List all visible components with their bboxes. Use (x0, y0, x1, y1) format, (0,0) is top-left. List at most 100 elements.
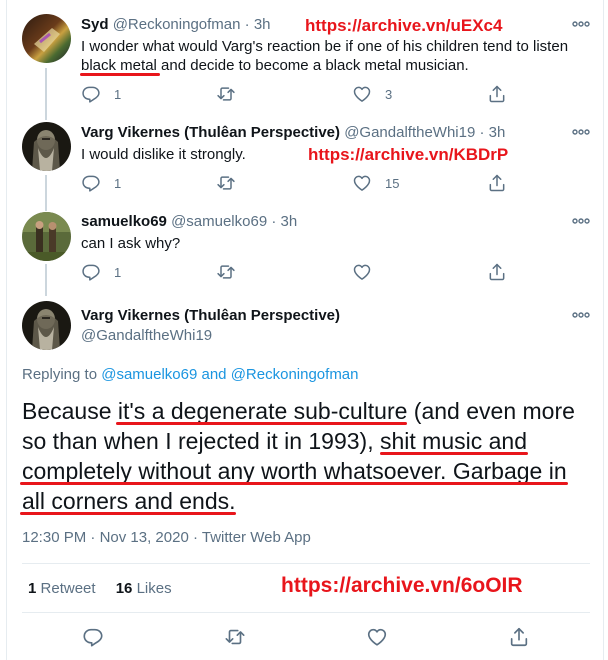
thread-line (45, 68, 47, 120)
avatar-syd[interactable] (22, 14, 71, 63)
main-text-part: Because (22, 398, 118, 424)
user-handle[interactable]: @GandalftheWhi19 (344, 124, 475, 141)
share-icon (489, 85, 505, 103)
replying-user-link[interactable]: @Reckoningofman (231, 366, 359, 383)
reply-button[interactable]: 1 (81, 173, 121, 193)
archive-url-annotation: https://archive.vn/6oOIR (281, 574, 523, 597)
tweet-text: I would dislike it strongly. (81, 146, 246, 163)
replying-and: and (197, 366, 231, 383)
heart-icon (353, 86, 371, 102)
separator-dot: · (192, 529, 198, 546)
retweet-button[interactable] (224, 626, 246, 653)
annotation-underline (380, 452, 528, 455)
main-tweet-text: Because it's a degenerate sub-culture (a… (22, 396, 582, 516)
thread-line (45, 175, 47, 211)
annotation-underline (20, 482, 568, 485)
main-text-highlight: it's a degenerate sub-culture (117, 398, 408, 424)
annotation-underline (20, 512, 236, 515)
tweet-text: can I ask why? (81, 235, 181, 252)
reply-count: 1 (114, 264, 122, 280)
divider (22, 612, 590, 613)
retweet-button[interactable] (216, 262, 236, 282)
avatar-varg-main[interactable] (22, 301, 71, 350)
like-button[interactable]: 3 (352, 84, 392, 104)
tweet-text-part: I wonder what would Varg's reaction be i… (81, 38, 569, 55)
likes-label: Likes (136, 580, 172, 597)
user-handle[interactable]: @samuelko69 (171, 213, 267, 230)
main-tweet-handle[interactable]: @GandalftheWhi19 (81, 327, 212, 344)
divider (22, 563, 590, 564)
annotation-underline (80, 73, 160, 76)
tweet-text-part: and decide to become a black metal music… (156, 57, 469, 74)
retweet-icon (217, 176, 235, 190)
more-options-icon[interactable] (572, 20, 590, 28)
heart-icon (353, 175, 371, 191)
tweet-date[interactable]: Nov 13, 2020 (100, 529, 189, 546)
heart-icon (367, 628, 387, 646)
reply-icon (82, 264, 100, 281)
archive-url-annotation: https://archive.vn/uEXc4 (305, 16, 503, 35)
engagement-stats: 1 Retweet 16 Likes (28, 580, 172, 597)
separator-dot: · (90, 529, 96, 546)
reply-button[interactable] (82, 626, 104, 653)
retweet-button[interactable] (216, 84, 236, 104)
reply-button[interactable]: 1 (81, 262, 121, 282)
display-name[interactable]: Syd (81, 16, 109, 33)
retweet-icon (217, 87, 235, 101)
like-button[interactable]: 15 (352, 173, 399, 193)
likes-stat[interactable]: 16 Likes (116, 580, 172, 597)
annotation-underline (116, 422, 407, 425)
like-button[interactable] (352, 262, 372, 282)
share-button[interactable] (487, 173, 507, 193)
more-options-icon[interactable] (572, 128, 590, 136)
heart-icon (353, 264, 371, 280)
tweet-text: I wonder what would Varg's reaction be i… (81, 37, 591, 75)
retweets-stat[interactable]: 1 Retweet (28, 580, 96, 597)
reply-icon (82, 86, 100, 103)
replying-prefix: Replying to (22, 366, 102, 383)
likes-count: 16 (115, 580, 133, 597)
retweet-icon (217, 265, 235, 279)
tweet-time[interactable]: 3h (489, 124, 506, 141)
like-count: 3 (385, 86, 393, 102)
main-tweet-name[interactable]: Varg Vikernes (Thulêan Perspective) (81, 307, 340, 324)
more-options-icon[interactable] (572, 217, 590, 225)
tweet-source[interactable]: Twitter Web App (202, 529, 311, 546)
share-button[interactable] (487, 262, 507, 282)
share-icon (510, 627, 528, 647)
like-button[interactable] (366, 626, 388, 653)
separator-dot: · (244, 16, 250, 33)
replying-to: Replying to @samuelko69 and @Reckoningof… (22, 366, 359, 383)
reply-count: 1 (114, 86, 122, 102)
avatar-samuelko69[interactable] (22, 212, 71, 261)
share-button[interactable] (508, 626, 530, 653)
retweet-label: Retweet (40, 580, 96, 597)
reply-icon (82, 175, 100, 192)
share-icon (489, 174, 505, 192)
tweet-time[interactable]: 3h (281, 213, 298, 230)
separator-dot: · (271, 213, 277, 230)
tweet-time[interactable]: 12:30 PM (22, 529, 86, 546)
more-options-icon[interactable] (572, 311, 590, 319)
retweet-button[interactable] (216, 173, 236, 193)
tweet-time[interactable]: 3h (254, 16, 271, 33)
user-handle[interactable]: @Reckoningofman (113, 16, 241, 33)
reply-count: 1 (114, 175, 122, 191)
separator-dot: · (479, 124, 485, 141)
tweet-header: samuelko69 @samuelko69 · 3h (81, 213, 297, 230)
display-name[interactable]: Varg Vikernes (Thulêan Perspective) (81, 124, 340, 141)
retweet-count: 1 (28, 580, 37, 597)
share-icon (489, 263, 505, 281)
like-count: 15 (385, 175, 400, 191)
avatar-varg[interactable] (22, 122, 71, 171)
archive-url-annotation: https://archive.vn/KBDrP (308, 145, 509, 164)
reply-button[interactable]: 1 (81, 84, 121, 104)
retweet-icon (225, 629, 245, 645)
tweet-timestamp: 12:30 PM · Nov 13, 2020 · Twitter Web Ap… (22, 529, 311, 546)
reply-icon (83, 628, 103, 647)
tweet-header: Syd @Reckoningofman · 3h (81, 16, 271, 33)
share-button[interactable] (487, 84, 507, 104)
tweet-header: Varg Vikernes (Thulêan Perspective) @Gan… (81, 124, 505, 141)
display-name[interactable]: samuelko69 (81, 213, 167, 230)
replying-user-link[interactable]: @samuelko69 (101, 366, 197, 383)
